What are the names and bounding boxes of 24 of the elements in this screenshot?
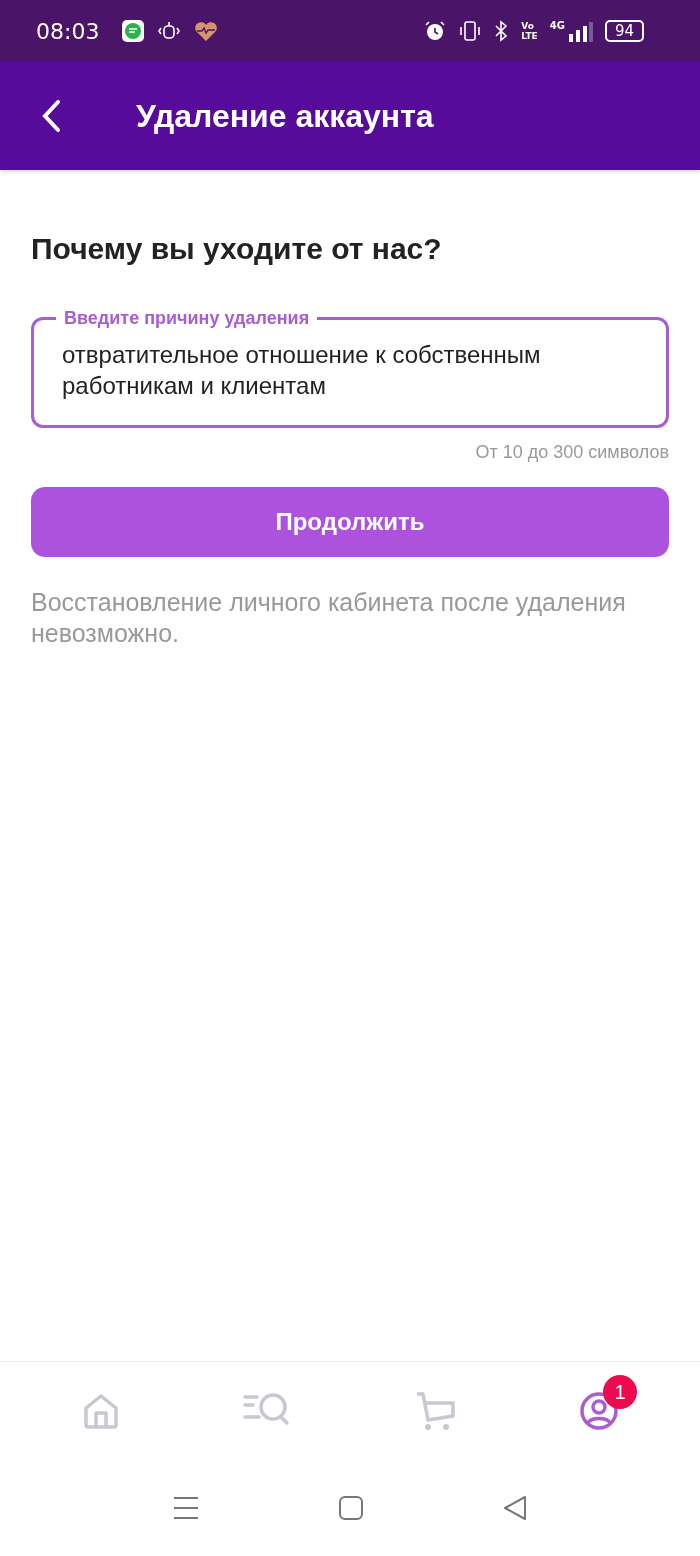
nav-tab[interactable]: 1 — [559, 1373, 639, 1449]
screen-title: Удаление аккаунта — [136, 97, 434, 135]
menu-icon[interactable] — [173, 1496, 199, 1520]
continue-button[interactable]: Продолжить — [31, 487, 669, 557]
warning-note: Восстановление личного кабинета после удаления невозможно. — [31, 587, 627, 649]
home-square-icon[interactable] — [339, 1496, 363, 1520]
reason-field[interactable]: Введите причину удаления отвратительное отношение к собственным работникам и клиентам — [31, 308, 669, 428]
clock-time: 08:03 — [36, 18, 100, 44]
back-icon[interactable] — [503, 1496, 527, 1520]
home-icon — [81, 1391, 121, 1431]
character-limit-hint: От 10 до 300 символов — [474, 442, 669, 463]
volte-indicator: Vo LTE — [521, 21, 538, 41]
network-type: 4G — [549, 20, 565, 31]
vibrate-icon — [459, 19, 482, 43]
field-value: отвратительное отношение к собственным работникам и клиентам — [62, 340, 542, 401]
battery-indicator: 94 — [604, 20, 644, 42]
question-heading: Почему вы уходите от нас? — [31, 232, 443, 266]
bluetooth-icon — [493, 19, 510, 43]
signal-icon — [566, 20, 593, 42]
chat-app-icon — [121, 19, 146, 43]
notification-badge: 1 — [603, 1375, 637, 1409]
field-label: Введите причину удаления — [63, 308, 311, 329]
cart-icon — [415, 1391, 457, 1431]
heart-pulse-icon — [193, 19, 220, 43]
